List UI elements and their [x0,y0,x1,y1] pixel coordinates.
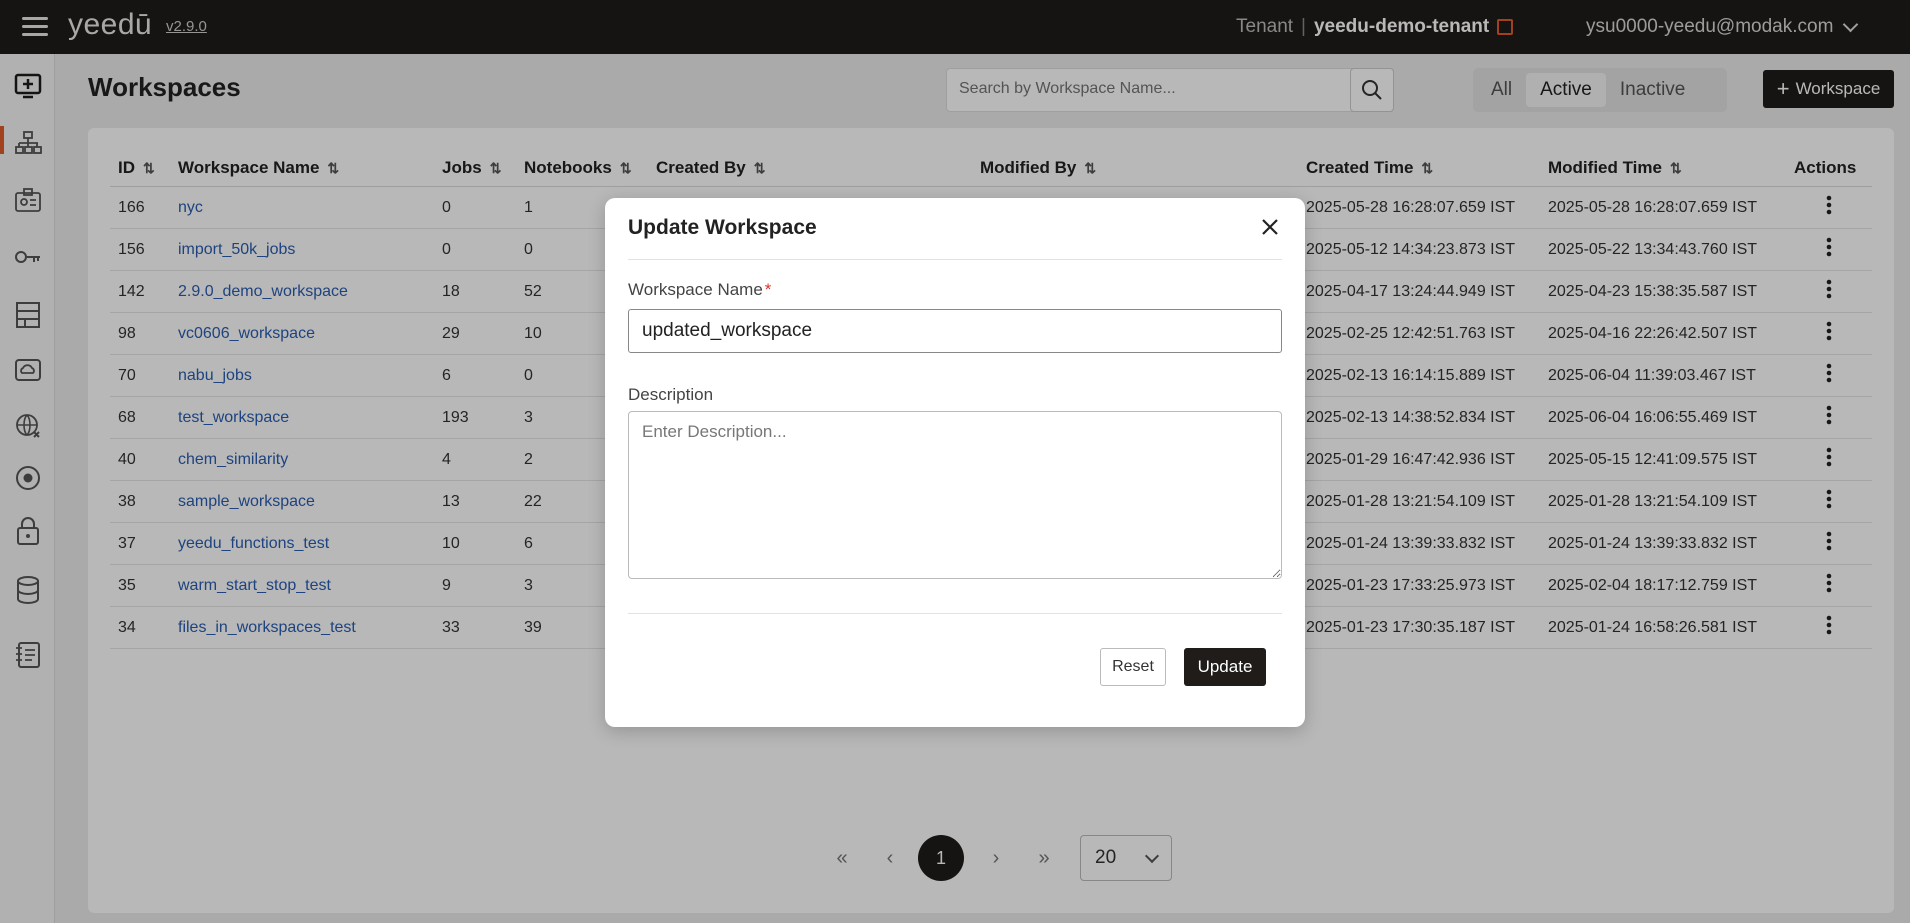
update-workspace-dialog: Update Workspace Workspace Name* Descrip… [605,198,1305,727]
divider [628,613,1282,614]
workspace-name-label: Workspace Name * [628,280,772,299]
description-label: Description [628,385,714,404]
required-marker: * [764,280,772,299]
close-icon[interactable] [1259,216,1281,238]
divider [628,259,1282,260]
reset-button[interactable]: Reset [1100,648,1166,686]
description-field[interactable] [628,411,1282,579]
modal-title: Update Workspace [628,216,817,239]
update-button[interactable]: Update [1184,648,1266,686]
workspace-name-field[interactable] [628,309,1282,353]
